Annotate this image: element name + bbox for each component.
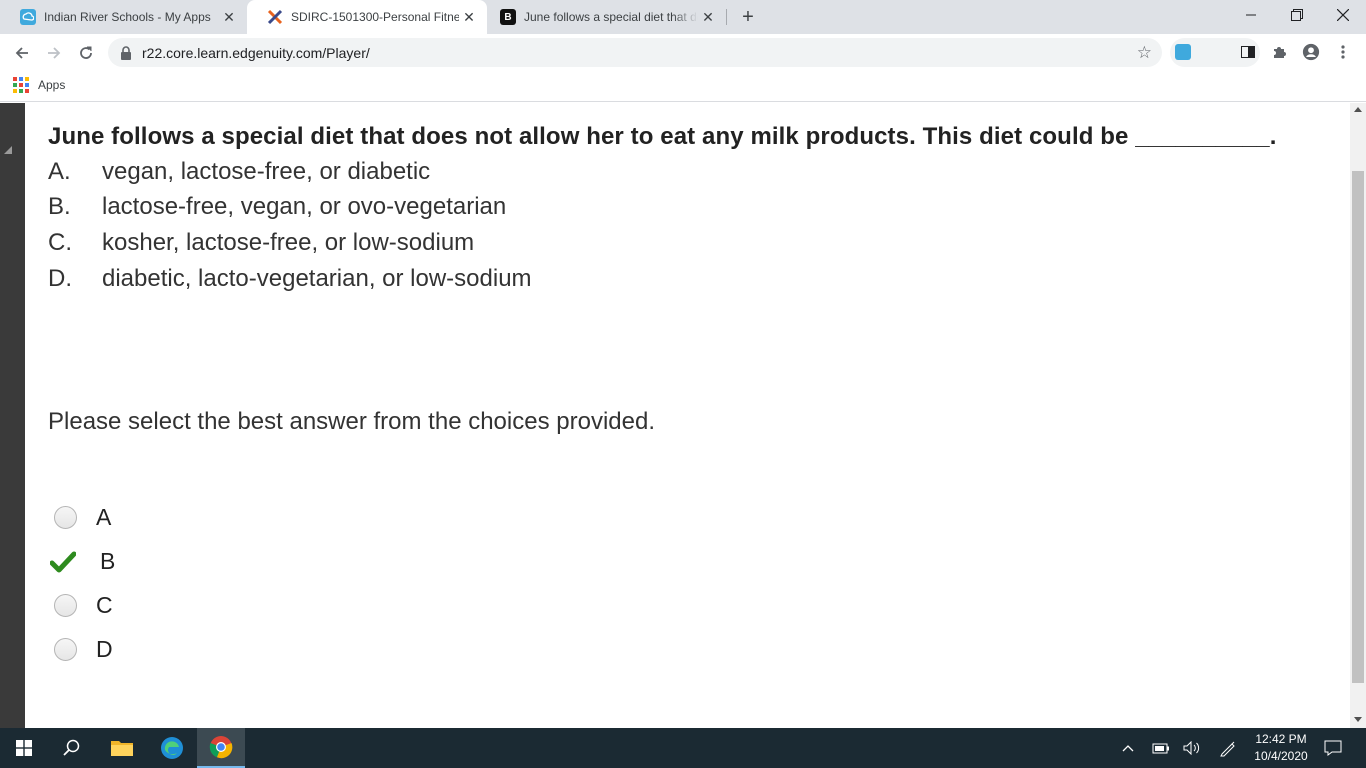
tab-close-icon[interactable]: ✕: [459, 7, 479, 27]
option-label: D: [96, 636, 113, 662]
tab-myapps[interactable]: Indian River Schools - My Apps ✕: [0, 0, 247, 34]
tab-title: SDIRC-1501300-Personal Fitness: [291, 10, 459, 24]
tab-brainly[interactable]: B June follows a special diet that does …: [480, 0, 726, 34]
choice-text: kosher, lactose-free, or low-sodium: [102, 229, 475, 256]
apps-grid-icon: [13, 77, 29, 93]
minimize-button[interactable]: [1228, 0, 1274, 30]
scroll-down-arrow-icon[interactable]: [1354, 717, 1362, 722]
folder-icon: [111, 741, 133, 756]
scroll-up-arrow-icon[interactable]: [1354, 107, 1362, 112]
edge-browser-button[interactable]: [148, 728, 196, 768]
tab-edgenuity[interactable]: SDIRC-1501300-Personal Fitness ✕: [247, 0, 487, 34]
edgenuity-icon: [267, 9, 283, 25]
scrollbar-thumb[interactable]: [1352, 171, 1364, 683]
volume-icon[interactable]: [1182, 738, 1202, 758]
classlink-icon: [20, 9, 36, 25]
tab-separator: [726, 9, 727, 25]
new-tab-button[interactable]: +: [736, 5, 760, 29]
bookmarks-bar: Apps: [0, 71, 1366, 102]
question-text: June follows a special diet that does no…: [48, 123, 1277, 150]
choice-letter: C.: [48, 229, 72, 256]
pen-icon[interactable]: [1218, 738, 1238, 758]
apps-shortcut[interactable]: Apps: [13, 77, 65, 93]
expand-handle-icon[interactable]: [4, 146, 12, 154]
chrome-icon: [209, 736, 233, 759]
answer-choice-b: B. lactose-free, vegan, or ovo-vegetaria…: [48, 193, 506, 221]
page-content: June follows a special diet that does no…: [0, 103, 1366, 728]
choice-text: vegan, lactose-free, or diabetic: [102, 158, 431, 185]
option-d[interactable]: D: [54, 636, 113, 663]
windows-logo-icon: [16, 740, 32, 756]
answer-choice-d: D. diabetic, lacto-vegetarian, or low-so…: [48, 265, 532, 293]
restore-button[interactable]: [1274, 0, 1320, 30]
vertical-scrollbar[interactable]: [1350, 103, 1366, 728]
choice-letter: B.: [48, 193, 71, 220]
option-label: C: [96, 592, 113, 618]
reader-icon[interactable]: [1239, 43, 1257, 61]
tab-strip: Indian River Schools - My Apps ✕ SDIRC-1…: [0, 0, 1366, 34]
taskbar-clock[interactable]: 12:42 PM 10/4/2020: [1248, 731, 1314, 765]
profile-avatar-icon[interactable]: [1302, 43, 1320, 61]
brainly-icon: B: [500, 9, 516, 25]
close-window-button[interactable]: [1320, 0, 1366, 30]
clock-date: 10/4/2020: [1254, 749, 1308, 763]
option-label: A: [96, 504, 112, 530]
left-panel-rail: [0, 103, 25, 728]
bookmark-star-icon[interactable]: ☆: [1137, 43, 1152, 63]
back-button[interactable]: [8, 39, 36, 67]
forward-button[interactable]: [40, 39, 68, 67]
tab-close-icon[interactable]: ✕: [698, 7, 718, 27]
answer-choice-c: C. kosher, lactose-free, or low-sodium: [48, 229, 474, 257]
radio-button[interactable]: [54, 594, 77, 617]
search-button[interactable]: [48, 728, 96, 768]
radio-button[interactable]: [54, 638, 77, 661]
classlink-extension-icon[interactable]: [1175, 44, 1191, 60]
answer-choice-a: A. vegan, lactose-free, or diabetic: [48, 158, 430, 186]
browser-toolbar: r22.core.learn.edgenuity.com/Player/ ☆: [0, 34, 1366, 71]
chrome-taskbar-button[interactable]: [197, 728, 245, 768]
extensions-puzzle-icon[interactable]: [1270, 43, 1288, 61]
clock-time: 12:42 PM: [1255, 732, 1307, 746]
windows-taskbar: 12:42 PM 10/4/2020: [0, 728, 1366, 768]
notifications-icon[interactable]: [1323, 738, 1343, 758]
search-icon: [63, 739, 80, 756]
show-hidden-icons-chevron-icon[interactable]: [1118, 738, 1138, 758]
menu-kebab-icon[interactable]: [1334, 43, 1352, 61]
choice-letter: D.: [48, 265, 72, 292]
tab-title: June follows a special diet that does no…: [524, 10, 698, 24]
start-button[interactable]: [0, 728, 48, 768]
radio-button[interactable]: [54, 506, 77, 529]
option-a[interactable]: A: [54, 504, 111, 531]
file-explorer-button[interactable]: [98, 728, 146, 768]
checkmark-icon[interactable]: [50, 549, 76, 575]
choice-letter: A.: [48, 158, 71, 185]
choice-text: diabetic, lacto-vegetarian, or low-sodiu…: [102, 265, 532, 292]
option-label: B: [100, 548, 116, 574]
option-b[interactable]: B: [50, 548, 115, 575]
address-bar[interactable]: r22.core.learn.edgenuity.com/Player/ ☆: [108, 38, 1162, 67]
choice-text: lactose-free, vegan, or ovo-vegetarian: [102, 193, 507, 220]
reload-button[interactable]: [72, 39, 100, 67]
apps-label: Apps: [38, 78, 66, 92]
url-text: r22.core.learn.edgenuity.com/Player/: [142, 44, 370, 61]
edge-icon: [161, 737, 183, 759]
option-c[interactable]: C: [54, 592, 113, 619]
tab-title: Indian River Schools - My Apps: [44, 10, 211, 24]
battery-icon[interactable]: [1151, 738, 1171, 758]
instruction-text: Please select the best answer from the c…: [48, 408, 655, 435]
lock-icon: [121, 45, 131, 60]
tab-close-icon[interactable]: ✕: [219, 7, 239, 27]
